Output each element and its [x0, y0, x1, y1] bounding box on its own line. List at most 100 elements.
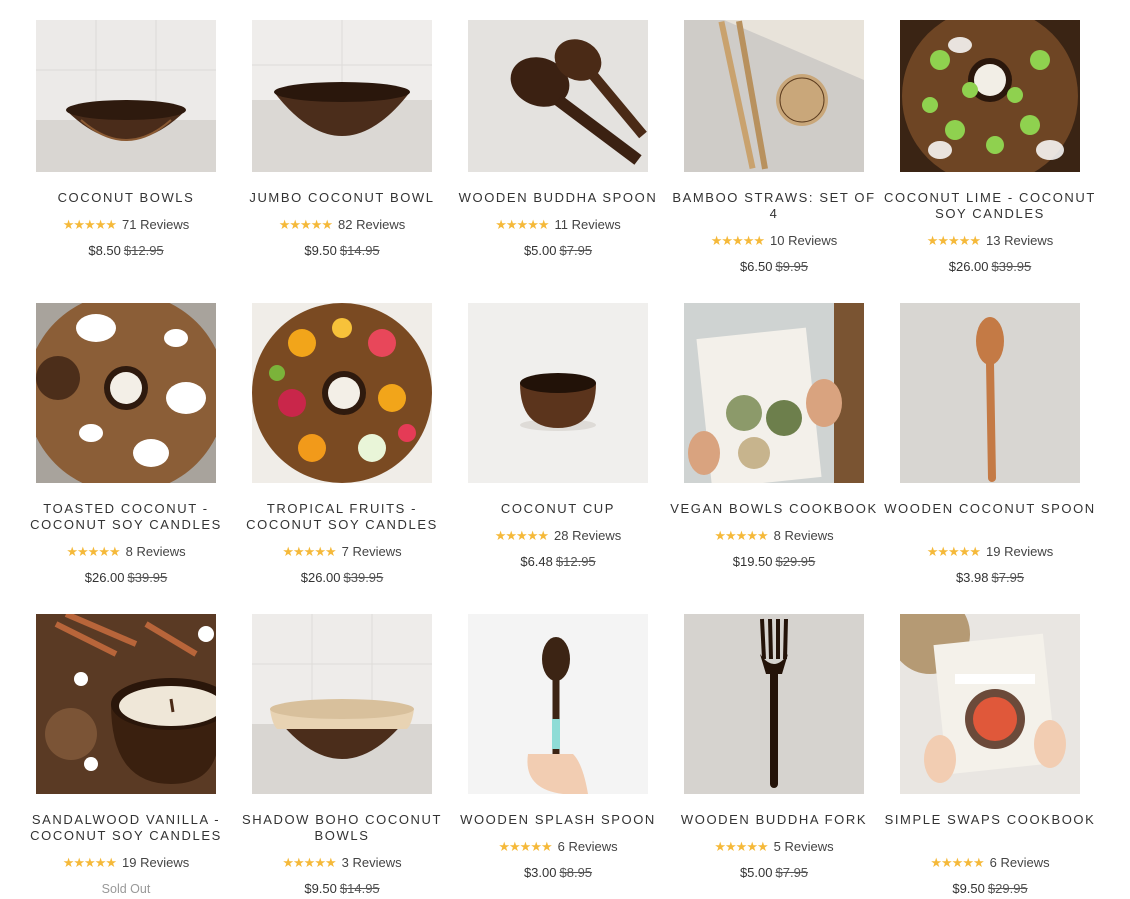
product-title[interactable]: COCONUT BOWLS	[18, 190, 234, 206]
product-title[interactable]: COCONUT LIME - COCONUT SOY CANDLES	[882, 190, 1098, 222]
product-title[interactable]: COCONUT CUP	[450, 501, 666, 517]
review-count[interactable]: 6 Reviews	[990, 855, 1050, 871]
product-card[interactable]: COCONUT LIME - COCONUT SOY CANDLES ★★★★★…	[882, 20, 1098, 286]
original-price: $29.95	[775, 554, 816, 569]
star-rating-icon: ★★★★★	[278, 217, 333, 232]
product-image[interactable]	[252, 303, 432, 483]
star-rating-icon: ★★★★★	[282, 855, 336, 870]
product-title[interactable]: SANDALWOOD VANILLA - COCONUT SOY CANDLES	[18, 812, 234, 844]
review-count[interactable]: 71 Reviews	[122, 217, 189, 233]
product-rating: ★★★★★ 28 Reviews	[450, 528, 666, 544]
product-image[interactable]	[252, 20, 432, 172]
sale-price: $3.00	[523, 865, 557, 880]
product-card[interactable]: WOODEN SPLASH SPOON ★★★★★ 6 Reviews $3.0…	[450, 614, 666, 880]
sale-price: $5.00	[523, 243, 557, 258]
product-card[interactable]: WOODEN BUDDHA FORK ★★★★★ 5 Reviews $5.00…	[666, 614, 882, 880]
product-title[interactable]: BAMBOO STRAWS: SET OF 4	[666, 190, 882, 222]
review-count[interactable]: 28 Reviews	[554, 528, 621, 544]
product-price: $6.48 $12.95	[450, 554, 666, 570]
review-count[interactable]: 3 Reviews	[342, 855, 402, 871]
product-card[interactable]: JUMBO COCONUT BOWL ★★★★★ 82 Reviews $9.5…	[234, 20, 450, 270]
product-card[interactable]: BAMBOO STRAWS: SET OF 4 ★★★★★ 10 Reviews…	[666, 20, 882, 286]
product-card[interactable]: SANDALWOOD VANILLA - COCONUT SOY CANDLES…	[18, 614, 234, 896]
product-title[interactable]: SIMPLE SWAPS COOKBOOK	[882, 812, 1098, 828]
original-price: $7.95	[775, 865, 809, 880]
product-card[interactable]: SHADOW BOHO COCONUT BOWLS ★★★★★ 3 Review…	[234, 614, 450, 896]
original-price: $29.95	[987, 881, 1028, 896]
sale-price: $8.50	[88, 243, 121, 258]
product-image[interactable]	[900, 20, 1080, 172]
product-price: $3.98 $7.95	[882, 570, 1098, 586]
product-rating: ★★★★★ 19 Reviews	[882, 544, 1098, 560]
product-card[interactable]: SIMPLE SWAPS COOKBOOK ★★★★★ 6 Reviews $9…	[882, 614, 1098, 896]
product-image[interactable]	[900, 614, 1080, 794]
sale-price: $26.00	[84, 570, 125, 585]
product-price: $26.00 $39.95	[18, 570, 234, 586]
review-count[interactable]: 6 Reviews	[558, 839, 618, 855]
product-card[interactable]: WOODEN COCONUT SPOON ★★★★★ 19 Reviews $3…	[882, 303, 1098, 585]
review-count[interactable]: 8 Reviews	[774, 528, 834, 544]
product-card[interactable]: COCONUT BOWLS ★★★★★ 71 Reviews $8.50 $12.…	[18, 20, 234, 270]
product-image[interactable]	[252, 614, 432, 794]
product-card[interactable]: WOODEN BUDDHA SPOON ★★★★★ 11 Reviews $5.…	[450, 20, 666, 270]
product-image[interactable]	[468, 20, 648, 172]
product-title[interactable]: JUMBO COCONUT BOWL	[234, 190, 450, 206]
product-price: $19.50 $29.95	[666, 554, 882, 570]
sold-out-label: Sold Out	[101, 882, 151, 896]
review-count[interactable]: 7 Reviews	[342, 544, 402, 560]
product-title[interactable]: WOODEN SPLASH SPOON	[450, 812, 666, 828]
product-card[interactable]: VEGAN BOWLS COOKBOOK ★★★★★ 8 Reviews $19…	[666, 303, 882, 569]
product-rating: ★★★★★ 11 Reviews	[450, 217, 666, 233]
product-image[interactable]	[684, 614, 864, 794]
product-rating: ★★★★★ 3 Reviews	[234, 855, 450, 871]
star-rating-icon: ★★★★★	[495, 217, 549, 232]
product-title[interactable]: SHADOW BOHO COCONUT BOWLS	[234, 812, 450, 844]
review-count[interactable]: 5 Reviews	[774, 839, 834, 855]
product-image[interactable]	[684, 20, 864, 172]
product-rating: ★★★★★ 5 Reviews	[666, 839, 882, 855]
review-count[interactable]: 82 Reviews	[338, 217, 405, 233]
product-title[interactable]: TOASTED COCONUT - COCONUT SOY CANDLES	[18, 501, 234, 533]
product-image[interactable]	[36, 614, 216, 794]
product-price: $26.00 $39.95	[882, 259, 1098, 275]
sale-price: $6.50	[739, 259, 773, 274]
product-grid: COCONUT BOWLS ★★★★★ 71 Reviews $8.50 $12.…	[0, 0, 1130, 899]
review-count[interactable]: 13 Reviews	[986, 233, 1053, 249]
product-card[interactable]: COCONUT CUP ★★★★★ 28 Reviews $6.48 $12.95	[450, 303, 666, 569]
sale-price: $6.48	[520, 554, 553, 569]
review-count[interactable]: 11 Reviews	[555, 217, 621, 233]
product-card[interactable]: TOASTED COCONUT - COCONUT SOY CANDLES ★★…	[18, 303, 234, 585]
product-rating: ★★★★★ 8 Reviews	[666, 528, 882, 544]
product-image[interactable]	[900, 303, 1080, 483]
product-title[interactable]: WOODEN BUDDHA SPOON	[450, 190, 666, 206]
star-rating-icon: ★★★★★	[494, 528, 549, 543]
star-rating-icon: ★★★★★	[926, 233, 981, 248]
product-image[interactable]	[468, 303, 648, 483]
original-price: $12.95	[123, 243, 164, 258]
original-price: $8.95	[559, 865, 593, 880]
product-title[interactable]: WOODEN COCONUT SPOON	[882, 501, 1098, 517]
star-rating-icon: ★★★★★	[930, 855, 984, 870]
product-image[interactable]	[468, 614, 648, 794]
product-image[interactable]	[36, 20, 216, 172]
product-price: $6.50 $9.95	[666, 259, 882, 275]
product-rating: ★★★★★ 13 Reviews	[882, 233, 1098, 249]
product-image[interactable]	[684, 303, 864, 483]
product-title[interactable]: WOODEN BUDDHA FORK	[666, 812, 882, 828]
sale-price: $9.50	[304, 243, 337, 258]
original-price: $12.95	[555, 554, 596, 569]
review-count[interactable]: 19 Reviews	[986, 544, 1053, 560]
product-title[interactable]: TROPICAL FRUITS - COCONUT SOY CANDLES	[234, 501, 450, 533]
product-image[interactable]	[36, 303, 216, 483]
product-price: $5.00 $7.95	[666, 865, 882, 881]
original-price: $7.95	[991, 570, 1025, 585]
product-title[interactable]: VEGAN BOWLS COOKBOOK	[666, 501, 882, 517]
review-count[interactable]: 10 Reviews	[770, 233, 837, 249]
star-rating-icon: ★★★★★	[714, 839, 768, 854]
review-count[interactable]: 8 Reviews	[126, 544, 186, 560]
review-count[interactable]: 19 Reviews	[122, 855, 189, 871]
product-card[interactable]: TROPICAL FRUITS - COCONUT SOY CANDLES ★★…	[234, 303, 450, 585]
product-price: $9.50 $14.95	[234, 881, 450, 897]
product-price: $3.00 $8.95	[450, 865, 666, 881]
original-price: $7.95	[559, 243, 593, 258]
